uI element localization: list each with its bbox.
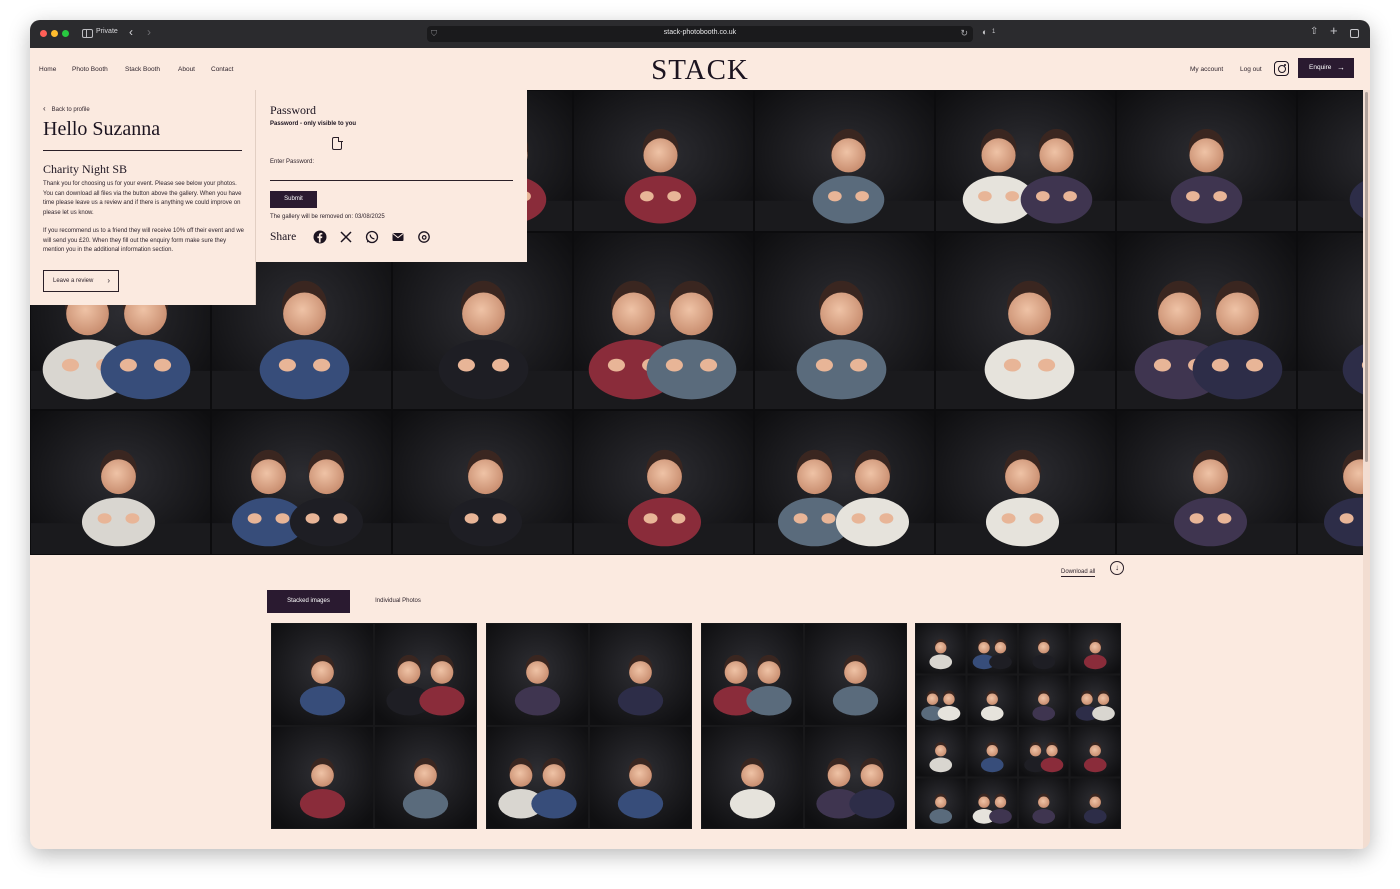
whatsapp-icon[interactable] <box>365 230 379 244</box>
chevron-right-icon: › <box>107 276 110 285</box>
share-label: Share <box>270 231 297 243</box>
referral-text: If you recommend us to a friend they wil… <box>43 228 244 253</box>
stacked-photo-grid-image <box>487 624 691 828</box>
address-bar[interactable]: ⛉ stack-photobooth.co.uk ↻ <box>427 26 973 42</box>
password-input[interactable] <box>270 169 513 181</box>
tab-individual-photos[interactable]: Individual Photos <box>362 590 434 613</box>
greeting-heading: Hello Suzanna <box>43 118 161 140</box>
browser-window: Private ‹ › ⛉ stack-photobooth.co.uk ↻ ◐… <box>30 20 1370 849</box>
profile-panel: ‹ Back to profile Hello Suzanna Charity N… <box>30 90 256 305</box>
password-visibility-note: Password - only visible to you <box>270 121 357 127</box>
enquire-button[interactable]: Enquire → <box>1298 58 1354 78</box>
password-heading: Password <box>270 103 317 117</box>
gallery-thumbnail[interactable] <box>486 623 692 829</box>
submit-button[interactable]: Submit <box>270 191 317 208</box>
log-out-link[interactable]: Log out <box>1240 66 1262 73</box>
leave-review-button[interactable]: Leave a review › <box>43 270 119 292</box>
password-panel: Password Password - only visible to you … <box>256 90 527 262</box>
stacked-photo-grid-image <box>702 624 906 828</box>
reload-icon[interactable]: ↻ <box>960 28 968 39</box>
chevron-left-icon: ‹ <box>43 104 46 113</box>
download-all-link[interactable]: Download all <box>1061 569 1096 577</box>
minimize-window-button[interactable] <box>51 30 58 37</box>
arrow-right-icon: → <box>1337 63 1345 72</box>
stacked-photo-grid-image <box>272 624 476 828</box>
tab-overview-icon[interactable] <box>1350 29 1359 38</box>
nav-home[interactable]: Home <box>39 66 56 73</box>
copy-icon[interactable] <box>332 137 343 150</box>
page-scrollbar-thumb[interactable] <box>1365 92 1368 462</box>
my-account-link[interactable]: My account <box>1190 66 1223 73</box>
site-logo[interactable]: STACK <box>610 54 790 87</box>
stacked-photo-grid-image <box>916 624 1120 828</box>
close-window-button[interactable] <box>40 30 47 37</box>
event-title: Charity Night SB <box>43 162 128 176</box>
password-input-label: Enter Password: <box>270 159 315 165</box>
private-mode-label: Private <box>96 28 118 35</box>
zoom-window-button[interactable] <box>62 30 69 37</box>
heading-divider <box>43 150 242 151</box>
share-page-icon[interactable]: ⇧ <box>1310 26 1318 37</box>
tab-stacked-images[interactable]: Stacked images <box>267 590 350 613</box>
extension-icon[interactable]: ◐ <box>982 27 987 37</box>
nav-stack-booth[interactable]: Stack Booth <box>125 66 160 73</box>
threads-icon[interactable] <box>417 230 431 244</box>
nav-about[interactable]: About <box>178 66 195 73</box>
url-text: stack-photobooth.co.uk <box>663 29 737 36</box>
email-icon[interactable] <box>391 230 405 244</box>
gallery-removal-note: The gallery will be removed on: 03/08/20… <box>270 214 385 220</box>
extension-count: 1 <box>992 29 996 35</box>
nav-photo-booth[interactable]: Photo Booth <box>72 66 108 73</box>
site-header: Home Photo Booth Stack Booth About Conta… <box>30 48 1370 90</box>
back-arrow-icon[interactable]: ‹ <box>129 25 133 39</box>
new-tab-icon[interactable]: + <box>1330 23 1338 38</box>
gallery-thumbnail[interactable] <box>701 623 907 829</box>
back-to-profile-link[interactable]: ‹ Back to profile <box>43 104 90 113</box>
leave-review-label: Leave a review <box>53 278 94 284</box>
sidebar-toggle-icon[interactable] <box>82 29 93 38</box>
x-icon[interactable] <box>339 230 353 244</box>
download-icon[interactable]: ↓ <box>1110 561 1124 575</box>
nav-contact[interactable]: Contact <box>211 66 233 73</box>
back-to-profile-label: Back to profile <box>51 107 90 113</box>
instagram-icon[interactable] <box>1274 61 1289 76</box>
browser-toolbar: Private ‹ › ⛉ stack-photobooth.co.uk ↻ ◐… <box>30 20 1370 48</box>
facebook-icon[interactable] <box>313 230 327 244</box>
forward-arrow-icon[interactable]: › <box>147 25 151 39</box>
thank-you-text: Thank you for choosing us for your event… <box>43 181 242 216</box>
enquire-label: Enquire <box>1309 64 1332 71</box>
gallery-thumbnail[interactable] <box>915 623 1121 829</box>
gallery-thumbnail[interactable] <box>271 623 477 829</box>
